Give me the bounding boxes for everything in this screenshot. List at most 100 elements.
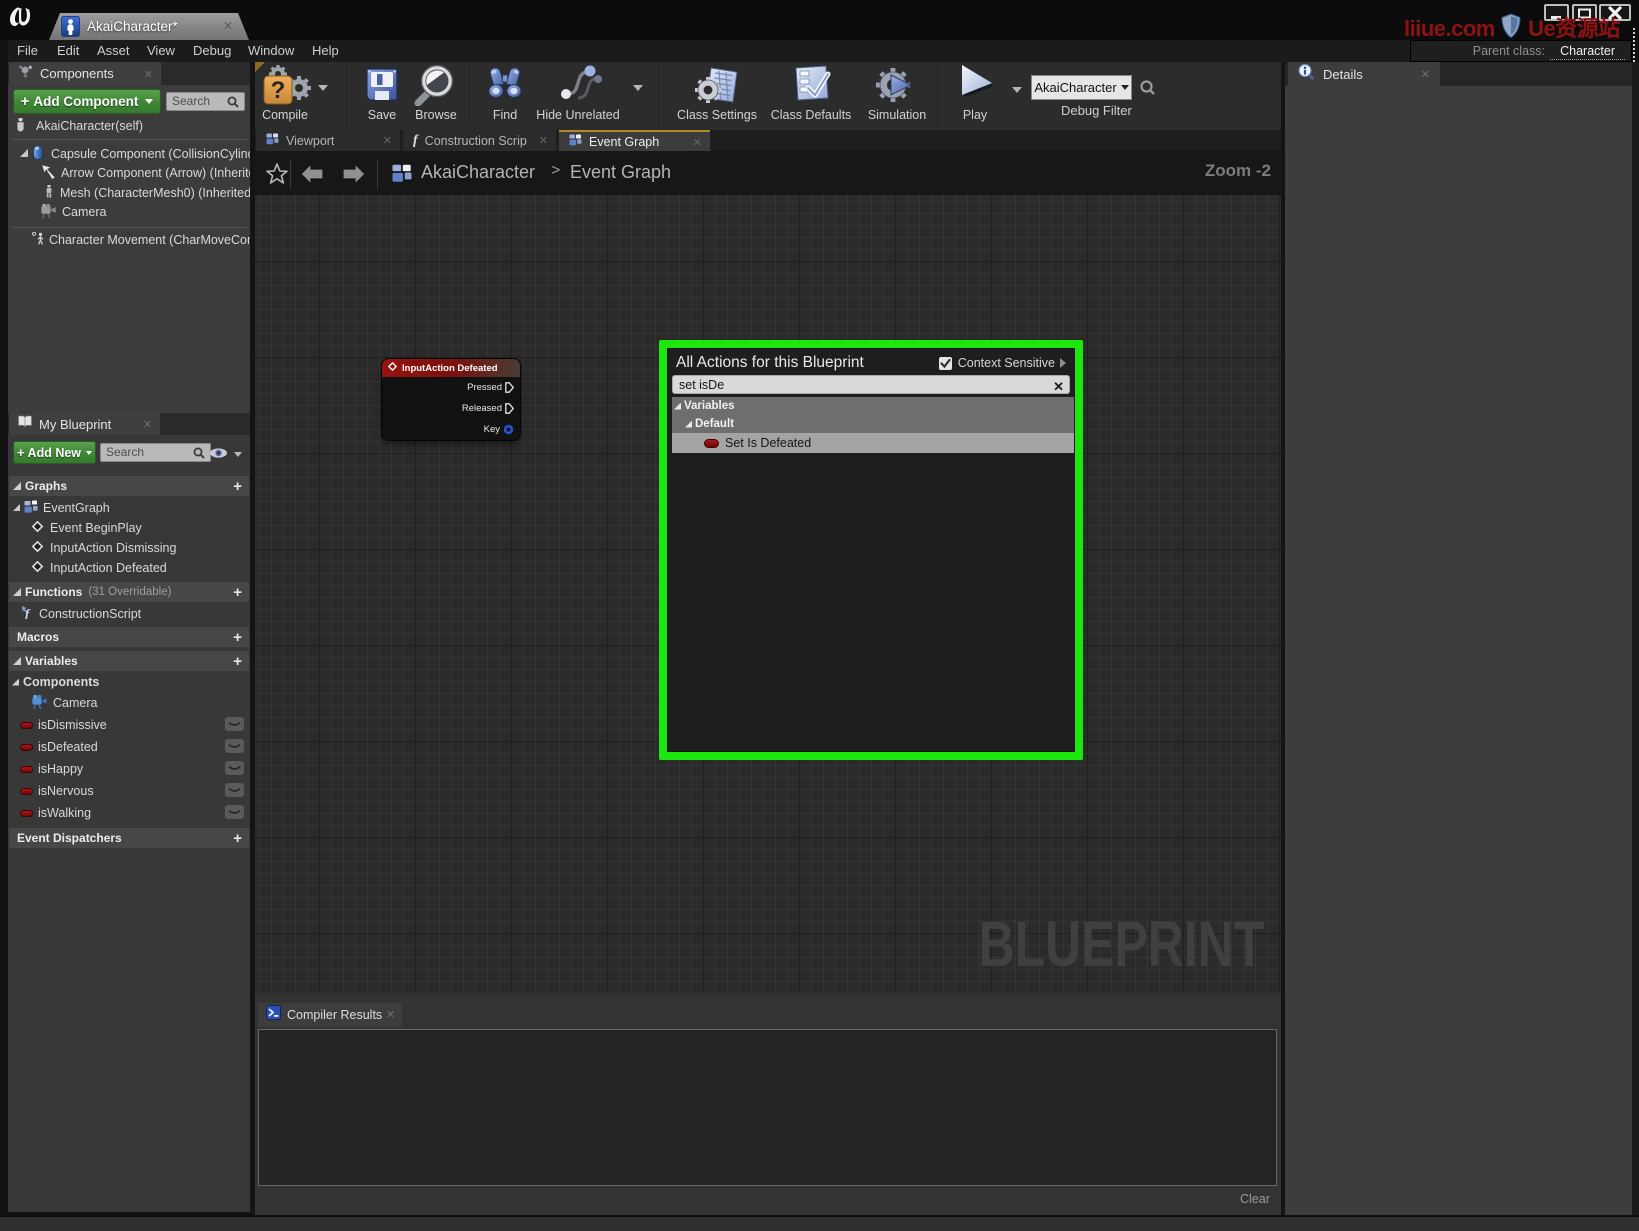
add-function-button[interactable]: + bbox=[233, 584, 242, 601]
variable-visibility-toggle[interactable] bbox=[225, 783, 244, 797]
menu-debug[interactable]: Debug bbox=[193, 43, 231, 58]
pin-key[interactable]: Key bbox=[484, 424, 514, 435]
tab-close-icon[interactable]: ✕ bbox=[693, 136, 702, 149]
components-search-input[interactable]: Search bbox=[166, 92, 245, 111]
tree-row-arrow[interactable]: Arrow Component (Arrow) (Inherite bbox=[40, 165, 250, 181]
add-variable-button[interactable]: + bbox=[233, 653, 242, 670]
tree-row-beginplay[interactable]: Event BeginPlay bbox=[31, 520, 246, 535]
tree-row-inputaction-dismissing[interactable]: InputAction Dismissing bbox=[31, 540, 246, 555]
panel-divider[interactable] bbox=[1281, 62, 1285, 1215]
expander-icon[interactable] bbox=[12, 501, 21, 515]
nav-back-icon[interactable] bbox=[300, 163, 325, 190]
debug-search-icon[interactable] bbox=[1139, 79, 1156, 101]
bookmark-star-icon[interactable] bbox=[265, 162, 289, 190]
pin-released[interactable]: Released bbox=[462, 403, 514, 414]
find-button[interactable] bbox=[485, 65, 525, 106]
clear-log-button[interactable]: Clear bbox=[1240, 1192, 1270, 1206]
add-component-button[interactable]: +Add Component bbox=[13, 89, 161, 114]
menu-asset[interactable]: Asset bbox=[97, 43, 130, 58]
variable-visibility-toggle[interactable] bbox=[225, 805, 244, 819]
my-blueprint-tab[interactable]: My Blueprint ✕ bbox=[9, 413, 160, 435]
tree-row-camera[interactable]: Camera bbox=[40, 204, 250, 220]
details-tab[interactable]: Details ✕ bbox=[1288, 62, 1440, 86]
breadcrumb-root[interactable]: AkaiCharacter bbox=[421, 162, 535, 183]
expand-arrow-icon[interactable] bbox=[1060, 358, 1066, 368]
tab-close-icon[interactable]: ✕ bbox=[383, 134, 392, 147]
compiler-results-tab[interactable]: Compiler Results ✕ bbox=[258, 1003, 402, 1027]
section-graphs[interactable]: Graphs + bbox=[9, 476, 249, 496]
hide-unrelated-caret[interactable] bbox=[633, 85, 643, 91]
menu-window[interactable]: Window bbox=[248, 43, 294, 58]
my-blueprint-tab-close-icon[interactable]: ✕ bbox=[143, 418, 152, 431]
play-options-caret[interactable] bbox=[1012, 87, 1022, 93]
context-sensitive-toggle[interactable]: Context Sensitive bbox=[939, 356, 1066, 370]
section-variables[interactable]: Variables + bbox=[9, 651, 249, 671]
compile-button[interactable]: ? bbox=[262, 64, 314, 111]
variable-row-ishappy[interactable]: isHappy bbox=[20, 761, 220, 777]
menu-edit[interactable]: Edit bbox=[57, 43, 79, 58]
tab-viewport[interactable]: Viewport ✕ bbox=[256, 130, 400, 151]
actions-search-input[interactable]: set isDe ✕ bbox=[672, 375, 1070, 394]
hide-unrelated-button[interactable] bbox=[554, 64, 602, 107]
variable-row-isnervous[interactable]: isNervous bbox=[20, 783, 220, 799]
nav-forward-icon[interactable] bbox=[341, 163, 366, 190]
my-blueprint-search-input[interactable]: Search bbox=[100, 443, 211, 462]
event-graph-canvas[interactable]: AkaiCharacter > Event Graph Zoom -2 BLUE… bbox=[255, 151, 1281, 995]
menu-file[interactable]: File bbox=[17, 43, 38, 58]
tab-close-icon[interactable]: ✕ bbox=[539, 134, 548, 147]
actions-category-default[interactable]: Default bbox=[672, 415, 1074, 433]
asset-tab-close-icon[interactable]: ✕ bbox=[223, 19, 233, 33]
asset-editor-tab[interactable]: AkaiCharacter* ✕ bbox=[49, 13, 249, 40]
clear-search-icon[interactable]: ✕ bbox=[1053, 378, 1064, 396]
tree-row-capsule[interactable]: Capsule Component (CollisionCylind bbox=[19, 146, 250, 161]
tree-row-eventgraph[interactable]: EventGraph bbox=[12, 500, 242, 515]
actions-category-variables[interactable]: Variables bbox=[672, 397, 1074, 415]
save-button[interactable] bbox=[364, 66, 400, 108]
components-tab[interactable]: Components ✕ bbox=[9, 62, 161, 85]
simulation-button[interactable] bbox=[873, 64, 919, 111]
breadcrumb-current[interactable]: Event Graph bbox=[570, 162, 671, 183]
panel-divider[interactable] bbox=[250, 62, 255, 1215]
variable-visibility-toggle[interactable] bbox=[225, 717, 244, 731]
node-inputaction-defeated[interactable]: InputAction Defeated Pressed Released Ke… bbox=[381, 358, 521, 441]
variable-row-isdefeated[interactable]: isDefeated bbox=[20, 739, 220, 755]
class-defaults-button[interactable] bbox=[788, 64, 834, 111]
variable-row-camera[interactable]: Camera bbox=[31, 695, 246, 711]
add-macro-button[interactable]: + bbox=[233, 629, 242, 646]
tree-row-inputaction-defeated[interactable]: InputAction Defeated bbox=[31, 560, 246, 575]
variable-row-iswalking[interactable]: isWalking bbox=[20, 805, 220, 821]
section-event-dispatchers[interactable]: Event Dispatchers + bbox=[9, 828, 249, 848]
add-dispatcher-button[interactable]: + bbox=[233, 830, 242, 847]
variable-visibility-toggle[interactable] bbox=[225, 761, 244, 775]
tree-row-charmove[interactable]: Character Movement (CharMoveCom bbox=[31, 232, 250, 248]
details-tab-close-icon[interactable]: ✕ bbox=[1421, 68, 1430, 81]
compile-options-caret[interactable] bbox=[318, 85, 328, 91]
variables-group-components[interactable]: Components bbox=[9, 674, 246, 690]
variable-visibility-toggle[interactable] bbox=[225, 739, 244, 753]
add-new-button[interactable]: +Add New bbox=[13, 441, 96, 464]
class-settings-button[interactable] bbox=[693, 64, 741, 111]
action-set-is-defeated[interactable]: Set Is Defeated bbox=[672, 433, 1074, 453]
tree-row-mesh[interactable]: Mesh (CharacterMesh0) (Inherited) bbox=[45, 185, 250, 200]
eye-dropdown-caret[interactable] bbox=[234, 452, 242, 457]
tree-row-constructionscript[interactable]: f ConstructionScript bbox=[20, 606, 246, 621]
visibility-eye-icon[interactable] bbox=[209, 446, 229, 465]
checkbox-checked-icon[interactable] bbox=[939, 357, 952, 370]
debug-object-dropdown[interactable]: AkaiCharacter bbox=[1031, 75, 1132, 100]
tab-construction-script[interactable]: f Construction Scrip ✕ bbox=[403, 130, 556, 151]
tab-event-graph[interactable]: Event Graph ✕ bbox=[559, 130, 710, 151]
menu-help[interactable]: Help bbox=[312, 43, 339, 58]
variable-row-isdismissive[interactable]: isDismissive bbox=[20, 717, 220, 733]
compiler-tab-close-icon[interactable]: ✕ bbox=[386, 1008, 395, 1021]
add-graph-button[interactable]: + bbox=[233, 478, 242, 495]
component-self-row[interactable]: AkaiCharacter(self) bbox=[16, 118, 246, 133]
play-button[interactable] bbox=[956, 63, 996, 108]
browse-button[interactable] bbox=[413, 62, 459, 111]
expander-icon[interactable] bbox=[19, 147, 29, 161]
menu-view[interactable]: View bbox=[147, 43, 175, 58]
pin-pressed[interactable]: Pressed bbox=[467, 382, 514, 393]
components-tab-close-icon[interactable]: ✕ bbox=[144, 68, 153, 81]
section-functions[interactable]: Functions (31 Overridable) + bbox=[9, 582, 249, 602]
parent-class-value[interactable]: Character bbox=[1550, 44, 1625, 60]
section-macros[interactable]: Macros + bbox=[9, 627, 249, 647]
